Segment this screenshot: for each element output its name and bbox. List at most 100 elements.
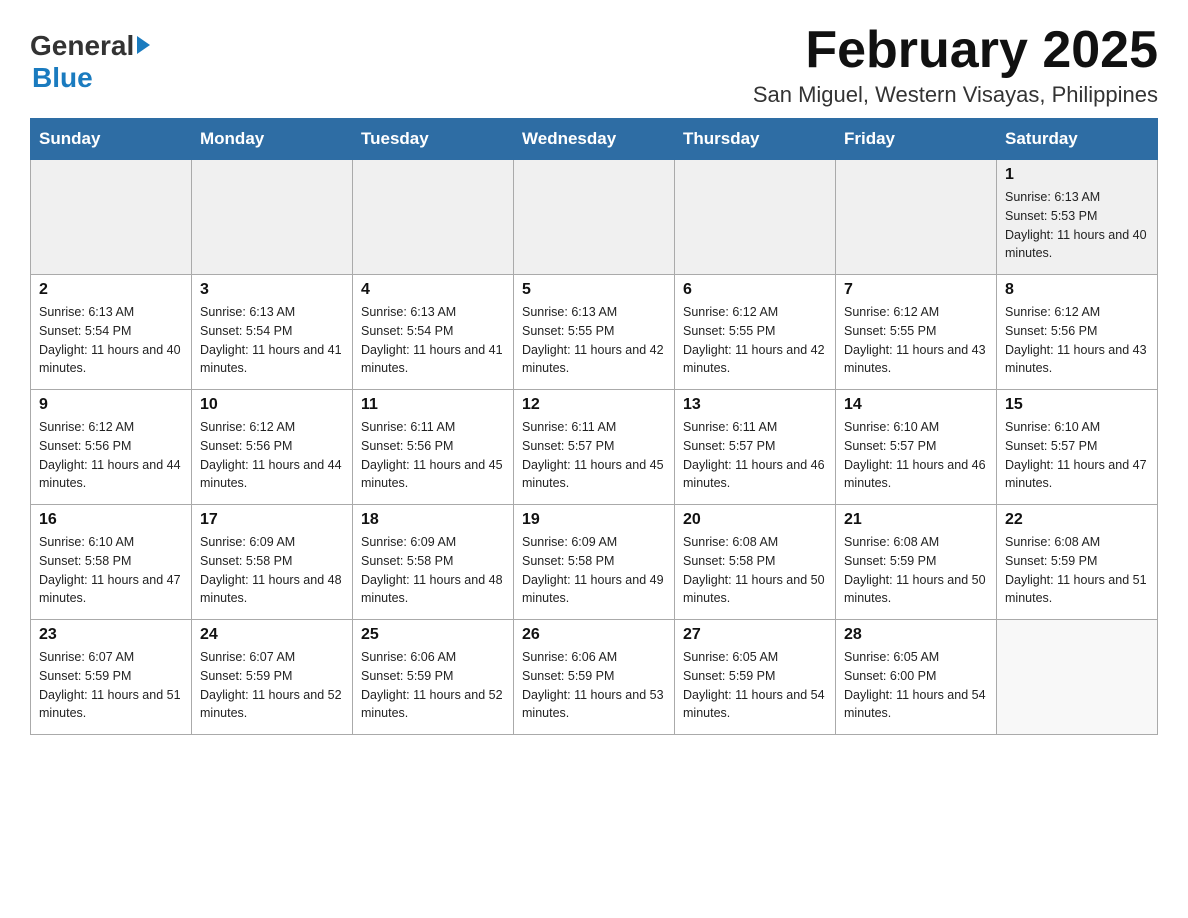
month-title: February 2025 bbox=[753, 20, 1158, 80]
sunrise-text: Sunrise: 6:09 AM bbox=[522, 535, 617, 549]
day-number: 6 bbox=[683, 281, 827, 299]
logo-arrow-icon bbox=[137, 36, 150, 54]
day-info: Sunrise: 6:06 AMSunset: 5:59 PMDaylight:… bbox=[361, 648, 505, 723]
title-section: February 2025 San Miguel, Western Visaya… bbox=[753, 20, 1158, 108]
day-info: Sunrise: 6:07 AMSunset: 5:59 PMDaylight:… bbox=[39, 648, 183, 723]
calendar-cell-w5-d3: 25Sunrise: 6:06 AMSunset: 5:59 PMDayligh… bbox=[353, 620, 514, 735]
daylight-text: Daylight: 11 hours and 51 minutes. bbox=[1005, 573, 1147, 606]
day-number: 22 bbox=[1005, 511, 1149, 529]
daylight-text: Daylight: 11 hours and 41 minutes. bbox=[361, 343, 503, 376]
day-number: 28 bbox=[844, 626, 988, 644]
day-number: 16 bbox=[39, 511, 183, 529]
calendar-cell-w5-d5: 27 Sunrise: 6:05 AMSunset: 5:59 PMDayligh… bbox=[675, 620, 836, 735]
daylight-text: Daylight: 11 hours and 43 minutes. bbox=[844, 343, 986, 376]
day-number: 4 bbox=[361, 281, 505, 299]
calendar-cell-w2-d3: 4 Sunrise: 6:13 AM Sunset: 5:54 PM Daylight… bbox=[353, 275, 514, 390]
calendar-cell-w4-d7: 22 Sunrise: 6:08 AMSunset: 5:59 PMDayligh… bbox=[997, 505, 1158, 620]
day-number: 8 bbox=[1005, 281, 1149, 299]
sunrise-text: Sunrise: 6:11 AM bbox=[683, 420, 777, 434]
day-info: Sunrise: 6:09 AMSunset: 5:58 PMDaylight:… bbox=[200, 533, 344, 608]
sunrise-text: Sunrise: 6:12 AM bbox=[39, 420, 134, 434]
sunset-text: Sunset: 5:58 PM bbox=[361, 554, 453, 568]
day-number: 21 bbox=[844, 511, 988, 529]
day-info: Sunrise: 6:11 AMSunset: 5:57 PMDaylight:… bbox=[522, 418, 666, 493]
day-info: Sunrise: 6:11 AMSunset: 5:57 PMDaylight:… bbox=[683, 418, 827, 493]
sunrise-text: Sunrise: 6:09 AM bbox=[200, 535, 295, 549]
day-info: Sunrise: 6:10 AMSunset: 5:57 PMDaylight:… bbox=[844, 418, 988, 493]
daylight-text: Daylight: 11 hours and 43 minutes. bbox=[1005, 343, 1147, 376]
daylight-text: Daylight: 11 hours and 44 minutes. bbox=[200, 458, 342, 491]
daylight-text: Daylight: 11 hours and 50 minutes. bbox=[844, 573, 986, 606]
day-number: 15 bbox=[1005, 396, 1149, 414]
day-number: 26 bbox=[522, 626, 666, 644]
day-info: Sunrise: 6:12 AMSunset: 5:55 PMDaylight:… bbox=[844, 303, 988, 378]
sunrise-text: Sunrise: 6:05 AM bbox=[683, 650, 778, 664]
sunrise-text: Sunrise: 6:08 AM bbox=[844, 535, 939, 549]
sunset-text: Sunset: 5:58 PM bbox=[522, 554, 614, 568]
calendar-cell-w3-d5: 13 Sunrise: 6:11 AMSunset: 5:57 PMDayligh… bbox=[675, 390, 836, 505]
sunrise-text: Sunrise: 6:08 AM bbox=[1005, 535, 1100, 549]
day-info: Sunrise: 6:10 AMSunset: 5:57 PMDaylight:… bbox=[1005, 418, 1149, 493]
calendar-cell-w4-d1: 16Sunrise: 6:10 AMSunset: 5:58 PMDayligh… bbox=[31, 505, 192, 620]
day-info: Sunrise: 6:08 AMSunset: 5:59 PMDaylight:… bbox=[1005, 533, 1149, 608]
calendar-cell-w5-d6: 28Sunrise: 6:05 AMSunset: 6:00 PMDayligh… bbox=[836, 620, 997, 735]
calendar-cell-w4-d3: 18Sunrise: 6:09 AMSunset: 5:58 PMDayligh… bbox=[353, 505, 514, 620]
day-number: 18 bbox=[361, 511, 505, 529]
calendar-cell-w1-d1 bbox=[31, 160, 192, 275]
col-monday: Monday bbox=[192, 119, 353, 160]
calendar-cell-w1-d5 bbox=[675, 160, 836, 275]
sunrise-text: Sunrise: 6:13 AM bbox=[361, 305, 456, 319]
sunrise-text: Sunrise: 6:11 AM bbox=[361, 420, 455, 434]
calendar-week-2: 2Sunrise: 6:13 AMSunset: 5:54 PMDaylight… bbox=[31, 275, 1158, 390]
sunrise-text: Sunrise: 6:12 AM bbox=[1005, 305, 1100, 319]
daylight-text: Daylight: 11 hours and 40 minutes. bbox=[1005, 228, 1147, 261]
calendar-cell-w2-d4: 5Sunrise: 6:13 AMSunset: 5:55 PMDaylight… bbox=[514, 275, 675, 390]
calendar-cell-w2-d6: 7Sunrise: 6:12 AMSunset: 5:55 PMDaylight… bbox=[836, 275, 997, 390]
col-thursday: Thursday bbox=[675, 119, 836, 160]
sunrise-text: Sunrise: 6:06 AM bbox=[522, 650, 617, 664]
sunset-text: Sunset: 5:54 PM bbox=[361, 324, 453, 338]
sunrise-text: Sunrise: 6:10 AM bbox=[1005, 420, 1100, 434]
calendar-cell-w5-d2: 24Sunrise: 6:07 AMSunset: 5:59 PMDayligh… bbox=[192, 620, 353, 735]
col-friday: Friday bbox=[836, 119, 997, 160]
sunset-text: Sunset: 5:58 PM bbox=[200, 554, 292, 568]
day-number: 3 bbox=[200, 281, 344, 299]
calendar-cell-w4-d4: 19Sunrise: 6:09 AMSunset: 5:58 PMDayligh… bbox=[514, 505, 675, 620]
sunrise-text: Sunrise: 6:06 AM bbox=[361, 650, 456, 664]
day-number: 20 bbox=[683, 511, 827, 529]
daylight-text: Daylight: 11 hours and 45 minutes. bbox=[361, 458, 503, 491]
daylight-text: Daylight: 11 hours and 52 minutes. bbox=[200, 688, 342, 721]
day-number: 11 bbox=[361, 396, 505, 414]
calendar-cell-w3-d7: 15 Sunrise: 6:10 AMSunset: 5:57 PMDayligh… bbox=[997, 390, 1158, 505]
day-number: 13 bbox=[683, 396, 827, 414]
day-number: 1 bbox=[1005, 166, 1149, 184]
calendar-cell-w1-d7: 1Sunrise: 6:13 AMSunset: 5:53 PMDaylight… bbox=[997, 160, 1158, 275]
sunrise-text: Sunrise: 6:09 AM bbox=[361, 535, 456, 549]
calendar-cell-w4-d6: 21 Sunrise: 6:08 AM Sunset: 5:59 PM Dayligh… bbox=[836, 505, 997, 620]
daylight-text: Daylight: 11 hours and 50 minutes. bbox=[683, 573, 825, 606]
calendar-cell-w4-d2: 17Sunrise: 6:09 AMSunset: 5:58 PMDayligh… bbox=[192, 505, 353, 620]
daylight-text: Daylight: 11 hours and 46 minutes. bbox=[683, 458, 825, 491]
sunset-text: Sunset: 5:57 PM bbox=[522, 439, 614, 453]
day-number: 9 bbox=[39, 396, 183, 414]
sunset-text: Sunset: 5:59 PM bbox=[844, 554, 936, 568]
logo-blue-text: Blue bbox=[32, 62, 93, 93]
day-number: 23 bbox=[39, 626, 183, 644]
calendar-header-row: Sunday Monday Tuesday Wednesday Thursday… bbox=[31, 119, 1158, 160]
calendar-cell-w2-d2: 3 Sunrise: 6:13 AMSunset: 5:54 PMDaylight… bbox=[192, 275, 353, 390]
day-info: Sunrise: 6:05 AMSunset: 5:59 PMDaylight:… bbox=[683, 648, 827, 723]
day-number: 27 bbox=[683, 626, 827, 644]
day-info: Sunrise: 6:06 AMSunset: 5:59 PMDaylight:… bbox=[522, 648, 666, 723]
day-number: 14 bbox=[844, 396, 988, 414]
day-info: Sunrise: 6:11 AM Sunset: 5:56 PM Daylight:… bbox=[361, 418, 505, 493]
daylight-text: Daylight: 11 hours and 47 minutes. bbox=[39, 573, 181, 606]
day-info: Sunrise: 6:13 AMSunset: 5:54 PMDaylight:… bbox=[200, 303, 344, 378]
sunset-text: Sunset: 5:55 PM bbox=[522, 324, 614, 338]
sunset-text: Sunset: 5:56 PM bbox=[361, 439, 453, 453]
sunset-text: Sunset: 5:55 PM bbox=[683, 324, 775, 338]
sunset-text: Sunset: 5:59 PM bbox=[361, 669, 453, 683]
daylight-text: Daylight: 11 hours and 54 minutes. bbox=[683, 688, 825, 721]
sunset-text: Sunset: 5:57 PM bbox=[844, 439, 936, 453]
sunset-text: Sunset: 5:59 PM bbox=[39, 669, 131, 683]
sunset-text: Sunset: 5:54 PM bbox=[200, 324, 292, 338]
